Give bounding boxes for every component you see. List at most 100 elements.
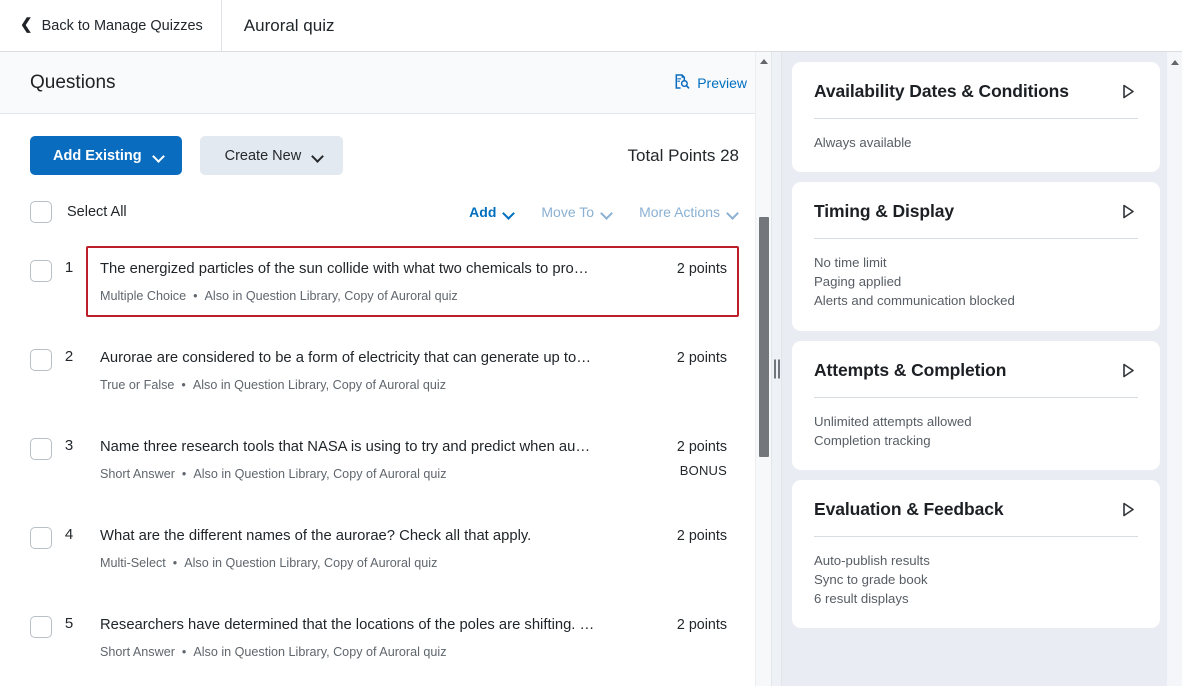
question-text-column: Researchers have determined that the loc… (100, 616, 655, 659)
question-checkbox[interactable] (30, 348, 52, 371)
question-location: Also in Question Library, Copy of Aurora… (193, 644, 447, 659)
pane-splitter[interactable] (772, 52, 782, 686)
panel-header[interactable]: Attempts & Completion (814, 360, 1138, 381)
question-type: Multiple Choice (100, 288, 187, 303)
panel-detail-line: Completion tracking (814, 432, 931, 448)
table-row: 6 This is a written response question Wr… (30, 682, 739, 686)
question-text-column: Name three research tools that NASA is u… (100, 438, 655, 481)
question-location: Also in Question Library, Copy of Aurora… (193, 466, 447, 481)
divider (814, 535, 1138, 537)
more-actions-menu-button[interactable]: More Actions (639, 204, 739, 220)
sidebar-scrollbar[interactable] (1167, 52, 1182, 686)
divider (814, 396, 1138, 398)
question-points: 2 points (676, 349, 727, 366)
questions-pane: Questions Preview Add Existing Create Ne… (0, 52, 772, 686)
page-title: Auroral quiz (243, 15, 335, 35)
move-to-menu-button[interactable]: Move To (541, 204, 613, 220)
triangle-right-icon[interactable] (1118, 499, 1138, 519)
question-card[interactable]: Aurorae are considered to be a form of e… (86, 335, 739, 406)
question-checkbox[interactable] (30, 526, 52, 549)
back-to-manage-quizzes-link[interactable]: ❮ Back to Manage Quizzes (0, 0, 222, 51)
panel-detail-line: Paging applied (814, 274, 902, 290)
question-card[interactable]: The energized particles of the sun colli… (86, 246, 739, 317)
top-navigation-bar: ❮ Back to Manage Quizzes Auroral quiz (0, 0, 1182, 52)
scroll-up-arrow-icon[interactable] (756, 55, 771, 68)
back-link-label: Back to Manage Quizzes (41, 17, 203, 34)
scroll-up-arrow-icon[interactable] (1167, 56, 1182, 68)
question-checkbox[interactable] (30, 437, 52, 460)
question-card[interactable]: Name three research tools that NASA is u… (86, 424, 739, 495)
panel-title: Evaluation & Feedback (814, 498, 1004, 519)
table-row: 3 Name three research tools that NASA is… (30, 415, 739, 504)
add-menu-label: Add (469, 204, 497, 220)
bullet-separator-icon: • (181, 466, 187, 481)
add-existing-label: Add Existing (53, 147, 142, 164)
chevron-down-icon (154, 152, 165, 159)
panel-detail-line: Always available (814, 135, 912, 150)
question-card[interactable]: What are the different names of the auro… (86, 513, 739, 584)
panel-timing-display: Timing & Display No time limit Paging ap… (792, 182, 1160, 331)
question-checkbox[interactable] (30, 260, 52, 282)
question-meta: Short Answer • Also in Question Library, C… (100, 645, 641, 659)
question-location: Also in Question Library, Copy of Aurora… (192, 377, 447, 392)
move-to-menu-label: Move To (541, 204, 595, 220)
preview-button[interactable]: Preview (671, 71, 749, 95)
chevron-down-icon (313, 152, 324, 159)
splitter-grip-icon (773, 359, 780, 379)
panel-availability-dates-conditions: Availability Dates & Conditions Always a… (792, 62, 1160, 173)
question-meta: Multiple Choice • Also in Question Library… (100, 289, 641, 303)
questions-pane-scrollbar[interactable] (755, 52, 771, 686)
create-new-label: Create New (224, 147, 302, 164)
add-menu-button[interactable]: Add (469, 204, 515, 220)
question-title: Aurorae are considered to be a form of e… (100, 349, 592, 366)
panel-detail-line: 6 result displays (814, 591, 909, 607)
table-row: 5 Researchers have determined that the l… (30, 593, 739, 682)
select-all-checkbox[interactable] (30, 201, 52, 223)
question-title: The energized particles of the sun colli… (100, 261, 589, 277)
question-index: 2 (64, 347, 74, 365)
chevron-left-icon: ❮ (20, 16, 33, 33)
question-points: 2 points (676, 438, 727, 455)
question-points: 2 points (676, 527, 727, 544)
questions-heading: Questions (30, 71, 116, 93)
bullet-separator-icon: • (193, 288, 198, 303)
question-points: 2 points (676, 616, 727, 633)
question-points: 2 points (676, 261, 727, 277)
panel-header[interactable]: Evaluation & Feedback (814, 499, 1138, 520)
questions-action-row: Add Existing Create New Total Points 28 (0, 114, 771, 175)
questions-pane-header: Questions Preview (0, 52, 771, 114)
document-search-icon (673, 73, 690, 93)
question-text-column: Aurorae are considered to be a form of e… (100, 349, 655, 392)
triangle-right-icon[interactable] (1118, 82, 1138, 102)
create-new-button[interactable]: Create New (199, 136, 344, 175)
scrollbar-thumb[interactable] (759, 217, 769, 457)
divider (814, 238, 1138, 240)
question-checkbox[interactable] (30, 615, 52, 638)
question-points-column: 2 points (655, 349, 727, 366)
triangle-right-icon[interactable] (1118, 360, 1138, 380)
panel-attempts-completion: Attempts & Completion Unlimited attempts… (792, 340, 1160, 470)
question-card[interactable]: Researchers have determined that the loc… (86, 602, 739, 673)
question-title: Researchers have determined that the loc… (100, 616, 595, 633)
question-list: 1 The energized particles of the sun col… (0, 237, 771, 686)
table-row: 2 Aurorae are considered to be a form of… (30, 326, 739, 415)
bullet-separator-icon: • (181, 377, 186, 392)
panel-header[interactable]: Availability Dates & Conditions (814, 81, 1138, 102)
question-title: What are the different names of the auro… (100, 527, 532, 544)
bullet-separator-icon: • (181, 644, 187, 659)
panel-detail-line: Alerts and communication blocked (814, 293, 1015, 309)
question-location: Also in Question Library, Copy of Aurora… (204, 288, 458, 303)
add-existing-button[interactable]: Add Existing (30, 136, 182, 175)
question-type: Short Answer (100, 466, 175, 481)
question-type: Short Answer (100, 644, 175, 659)
question-text-column: The energized particles of the sun colli… (100, 260, 655, 303)
panel-title: Availability Dates & Conditions (814, 81, 1069, 101)
question-points-column: 2 points (655, 527, 727, 544)
main-content-split: Questions Preview Add Existing Create Ne… (0, 52, 1182, 686)
panel-header[interactable]: Timing & Display (814, 201, 1138, 222)
divider (814, 118, 1138, 119)
question-location: Also in Question Library, Copy of Aurora… (184, 555, 438, 570)
triangle-right-icon[interactable] (1118, 202, 1138, 222)
question-points-column: 2 points (655, 616, 727, 633)
bonus-badge: BONUS (679, 462, 727, 478)
